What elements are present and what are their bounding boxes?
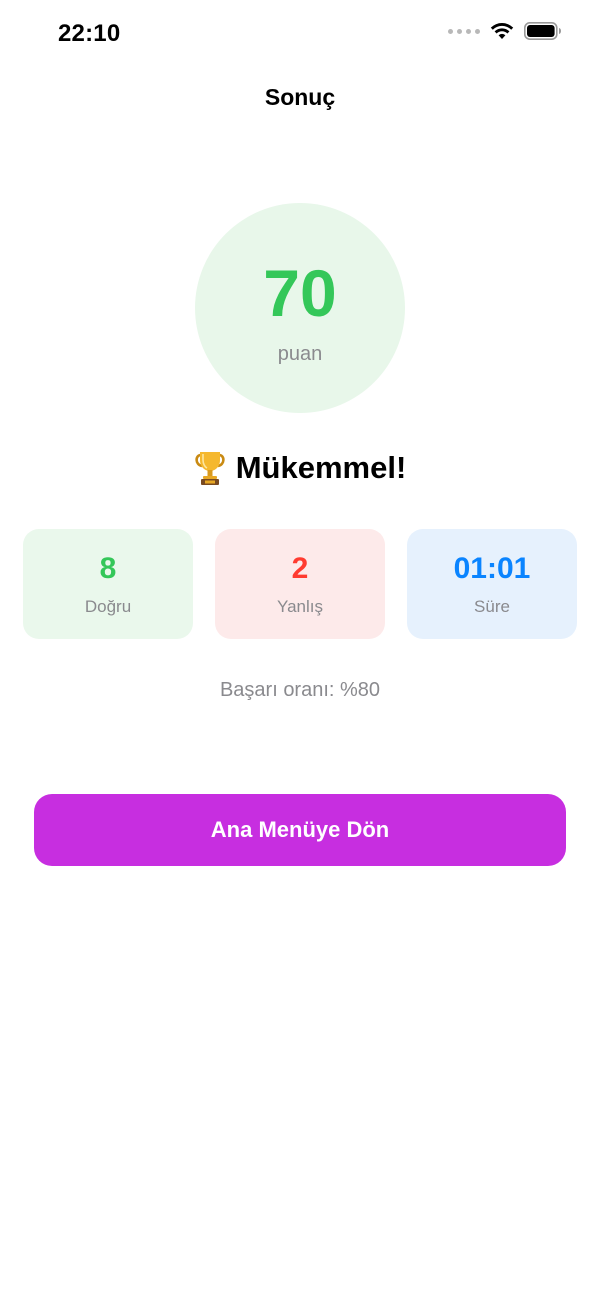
- page-title: Sonuç: [264, 84, 336, 110]
- wrong-count-value: 2: [291, 552, 309, 585]
- score-value: 70: [263, 256, 337, 330]
- correct-count-label: Doğru: [84, 597, 132, 616]
- wifi-icon: [490, 23, 514, 39]
- correct-count-value: 8: [99, 552, 117, 585]
- wrong-count-card: 2 Yanlış: [215, 529, 385, 639]
- correct-count-card: 8 Doğru: [23, 529, 193, 639]
- result-title: Mükemmel!: [235, 450, 407, 485]
- status-bar: 22:10: [0, 0, 600, 70]
- trophy-icon: [195, 452, 225, 485]
- result-heading: Mükemmel!: [0, 450, 600, 486]
- wrong-count-label: Yanlış: [277, 597, 323, 616]
- score-circle: 70 puan: [195, 203, 405, 413]
- signal-dots-icon: [448, 28, 480, 34]
- main-menu-button[interactable]: Ana Menüye Dön: [34, 794, 566, 866]
- stats-row: 8 Doğru 2 Yanlış 01:01 Süre: [23, 529, 577, 639]
- status-time: 22:10: [58, 20, 121, 47]
- status-icons: [448, 22, 562, 40]
- duration-label: Süre: [474, 597, 510, 616]
- duration-card: 01:01 Süre: [407, 529, 577, 639]
- success-rate: Başarı oranı: %80: [219, 679, 381, 701]
- score-unit: puan: [277, 343, 323, 365]
- battery-icon: [524, 22, 561, 40]
- duration-value: 01:01: [453, 552, 531, 585]
